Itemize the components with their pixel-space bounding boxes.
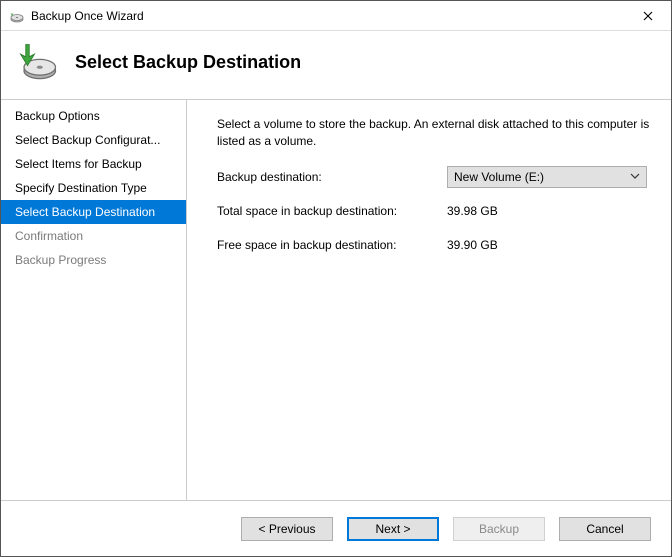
step-backup-progress: Backup Progress [1,248,186,272]
label-free-space: Free space in backup destination: [217,238,447,252]
step-confirmation: Confirmation [1,224,186,248]
backup-destination-dropdown[interactable]: New Volume (E:) [447,166,647,188]
step-backup-options[interactable]: Backup Options [1,104,186,128]
page-title: Select Backup Destination [75,52,301,73]
wizard-page-body: Select a volume to store the backup. An … [187,99,671,500]
titlebar: Backup Once Wizard [1,1,671,31]
cancel-button[interactable]: Cancel [559,517,651,541]
step-select-backup-configuration[interactable]: Select Backup Configurat... [1,128,186,152]
backup-disk-icon [17,41,59,83]
backup-button: Backup [453,517,545,541]
dialog-window: Backup Once Wizard Select Backup Destina… [0,0,672,557]
window-title: Backup Once Wizard [31,9,625,23]
content-split: Backup Options Select Backup Configurat.… [1,99,671,500]
wizard-steps-sidebar: Backup Options Select Backup Configurat.… [1,99,187,500]
dropdown-selected-value: New Volume (E:) [454,170,544,184]
wizard-footer: < Previous Next > Backup Cancel [1,500,671,556]
step-select-items-for-backup[interactable]: Select Items for Backup [1,152,186,176]
row-total-space: Total space in backup destination: 39.98… [217,200,651,222]
instruction-text: Select a volume to store the backup. An … [217,116,651,150]
close-button[interactable] [625,1,671,31]
row-destination: Backup destination: New Volume (E:) [217,166,651,188]
row-free-space: Free space in backup destination: 39.90 … [217,234,651,256]
chevron-down-icon [630,171,640,182]
label-total-space: Total space in backup destination: [217,204,447,218]
label-backup-destination: Backup destination: [217,170,447,184]
step-specify-destination-type[interactable]: Specify Destination Type [1,176,186,200]
value-free-space: 39.90 GB [447,238,651,252]
previous-button[interactable]: < Previous [241,517,333,541]
app-icon [9,8,25,24]
value-total-space: 39.98 GB [447,204,651,218]
step-select-backup-destination[interactable]: Select Backup Destination [1,200,186,224]
next-button[interactable]: Next > [347,517,439,541]
page-header: Select Backup Destination [1,31,671,99]
